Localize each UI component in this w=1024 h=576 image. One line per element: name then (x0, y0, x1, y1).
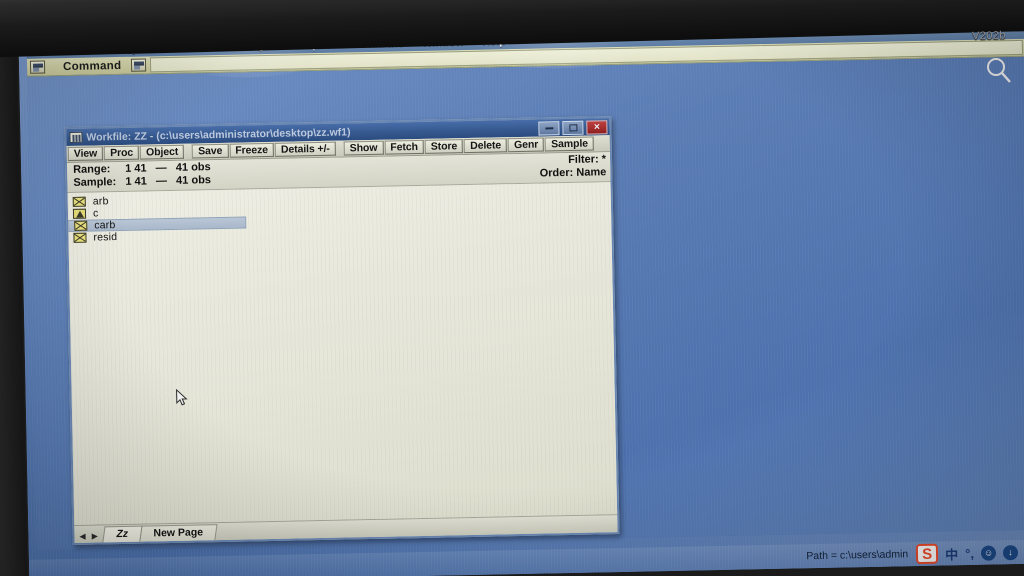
filter-value[interactable]: Filter: * (568, 153, 606, 166)
ime-punctuation-icon[interactable]: °, (965, 545, 974, 560)
series-icon (72, 196, 86, 207)
workfile-object-list[interactable]: arb c carb resid (67, 182, 618, 525)
tab-page-zz[interactable]: Zz (102, 525, 143, 543)
monitor-version-label: V202b (972, 29, 1007, 43)
workfile-button-details[interactable]: Details +/- (274, 141, 336, 157)
ime-microphone-icon[interactable]: ↓ (1002, 544, 1019, 560)
minimize-icon (544, 126, 553, 129)
tab-nav-arrows: ◀ ▶ (77, 531, 104, 543)
object-name: resid (93, 231, 118, 244)
ime-toolbar: S 中 °, ☺ ↓ (915, 542, 1024, 565)
sample-label: Sample: (73, 176, 117, 189)
tab-label: New Page (153, 526, 204, 540)
ime-smiley-icon[interactable]: ☺ (980, 544, 997, 561)
series-icon (73, 232, 87, 243)
sample-value: 1 41 — 41 obs (125, 174, 212, 188)
workfile-button-fetch[interactable]: Fetch (384, 139, 424, 155)
workfile-button-sample[interactable]: Sample (545, 136, 595, 152)
ime-chinese-mode-icon[interactable]: 中 (945, 544, 958, 563)
search-icon[interactable] (984, 55, 1014, 85)
workfile-button-object[interactable]: Object (139, 144, 185, 160)
maximize-icon (568, 123, 577, 131)
status-path-text: Path = c:\users\admin (806, 548, 909, 563)
workfile-button-delete[interactable]: Delete (464, 138, 508, 154)
tab-prev-arrow[interactable]: ◀ (79, 532, 85, 541)
mdi-client-area: Workfile: ZZ - (c:\users\administrator\d… (27, 56, 1024, 550)
mouse-cursor (176, 388, 188, 406)
range-value: 1 41 — 41 obs (125, 161, 211, 175)
object-name: c (92, 207, 99, 220)
workfile-icon (69, 131, 83, 143)
object-name: carb (94, 219, 116, 232)
workfile-maximize-button[interactable] (562, 120, 584, 135)
close-icon: ✕ (593, 121, 601, 131)
screen-area: EViews – □ ✕ File Edit Object View Proc … (18, 0, 1024, 576)
workfile-close-button[interactable]: ✕ (586, 119, 608, 135)
workfile-button-save[interactable]: Save (192, 143, 229, 159)
tab-label: Zz (116, 527, 129, 541)
coef-vector-icon (72, 208, 87, 219)
workfile-button-store[interactable]: Store (424, 139, 464, 154)
range-label: Range: (73, 163, 111, 176)
sogou-logo-icon[interactable]: S (915, 543, 939, 565)
series-icon (74, 220, 88, 231)
workfile-button-genr[interactable]: Genr (507, 137, 545, 153)
workfile-minimize-button[interactable] (538, 120, 560, 136)
workfile-button-view[interactable]: View (67, 146, 104, 162)
order-value[interactable]: Order: Name (540, 166, 607, 179)
tab-next-arrow[interactable]: ▶ (92, 532, 98, 541)
capture-window-icon[interactable] (131, 58, 147, 72)
tab-new-page[interactable]: New Page (139, 524, 218, 542)
command-window-icon[interactable] (29, 60, 46, 74)
workfile-window-controls: ✕ (538, 119, 608, 136)
workfile-window: Workfile: ZZ - (c:\users\administrator\d… (64, 116, 620, 546)
eviews-main-window: EViews – □ ✕ File Edit Object View Proc … (26, 0, 1024, 550)
workfile-button-freeze[interactable]: Freeze (229, 142, 275, 158)
workfile-button-show[interactable]: Show (343, 140, 384, 156)
monitor-photo: EViews – □ ✕ File Edit Object View Proc … (0, 0, 1024, 576)
object-name: arb (92, 195, 109, 208)
command-label: Command (62, 59, 122, 73)
workfile-button-proc[interactable]: Proc (104, 145, 140, 161)
